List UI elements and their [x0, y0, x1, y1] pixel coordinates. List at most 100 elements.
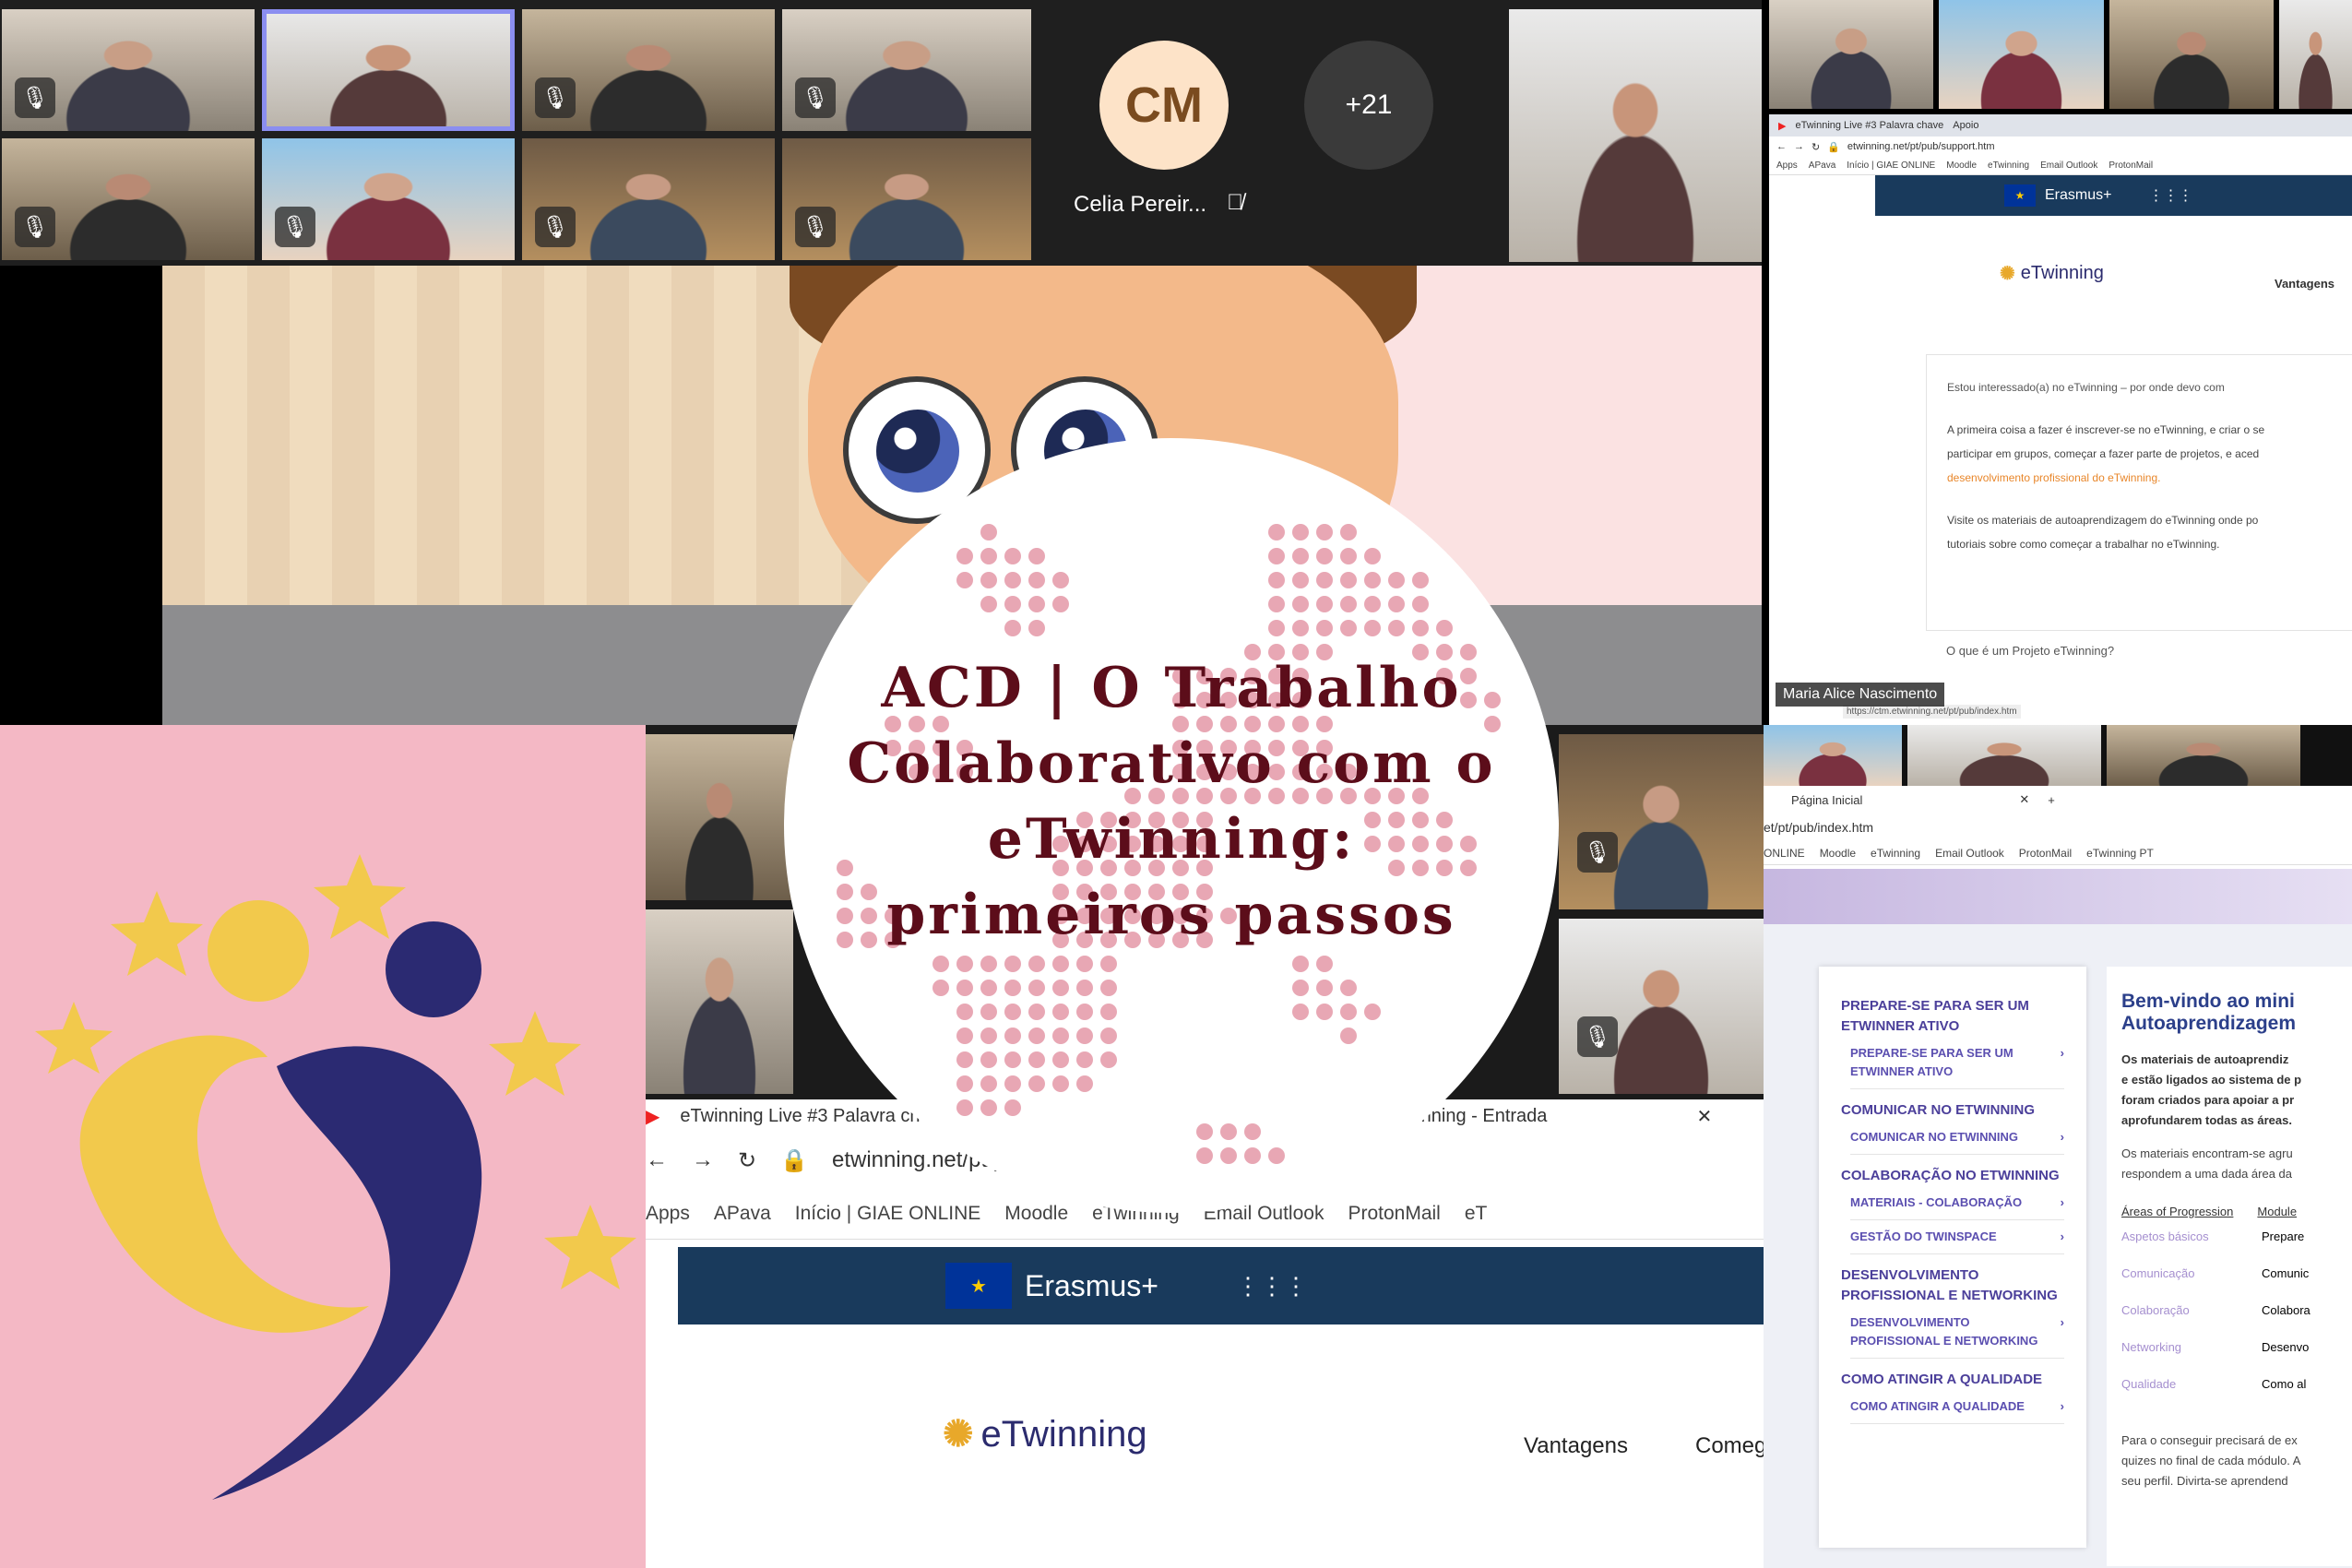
participant-tile[interactable]: 🎙	[522, 9, 775, 131]
welcome-text: Os materiais encontram-se agru	[2121, 1146, 2293, 1160]
bookmark-item[interactable]: APava	[714, 1203, 771, 1225]
map-dot	[1340, 572, 1357, 588]
participant-tile-large[interactable]	[1509, 9, 1762, 262]
participant-tile[interactable]: 🎙	[2, 9, 255, 131]
bookmark-item[interactable]: ONLINE	[1764, 847, 1805, 860]
table-row[interactable]: Aspetos básicos Prepare	[2121, 1218, 2352, 1255]
bookmark-item[interactable]: Moodle	[1820, 847, 1856, 860]
address-bar[interactable]: ← → ↻ 🔒 etwinning.net/pt/pub/support.htm	[1769, 137, 2352, 157]
reload-icon[interactable]: ↻	[1812, 141, 1820, 153]
participant-tile[interactable]: 🎙	[1559, 919, 1764, 1094]
bookmark-item[interactable]: Email Outlook	[2040, 160, 2097, 171]
participant-tile[interactable]: 🎙	[1559, 734, 1764, 909]
bookmark-item[interactable]: Email Outlook	[1935, 847, 2004, 860]
more-participants-button[interactable]: +21	[1304, 41, 1433, 170]
participant-tile[interactable]	[1907, 725, 2101, 786]
tab-home[interactable]: Página Inicial	[1791, 793, 1862, 807]
browser-window-top: ▶ eTwinning Live #3 Palavra chave Apoio …	[1769, 114, 2352, 725]
menu-item[interactable]: GESTÃO DO TWINSPACE ›	[1850, 1228, 2064, 1254]
menu-item[interactable]: COMO ATINGIR A QUALIDADE ›	[1850, 1397, 2064, 1424]
menu-section[interactable]: DESENVOLVIMENTO PROFISSIONAL E NETWORKIN…	[1841, 1265, 2064, 1306]
new-tab-button[interactable]: +	[2048, 793, 2055, 807]
url-text[interactable]: et/pt/pub/index.htm	[1764, 820, 1873, 835]
nav-vantagens[interactable]: Vantagens	[2275, 277, 2334, 291]
table-row[interactable]: Qualidade Como al	[2121, 1366, 2352, 1403]
faq-question-2[interactable]: O que é um Projeto eTwinning?	[1946, 644, 2114, 658]
participant-tile[interactable]	[2108, 0, 2274, 109]
forward-icon[interactable]: →	[692, 1147, 714, 1173]
participant-tile[interactable]	[646, 734, 793, 900]
participant-tile[interactable]	[1764, 725, 1902, 786]
nav-comecar[interactable]: Comeg	[1695, 1433, 1766, 1459]
menu-item[interactable]: PREPARE-SE PARA SER UM ETWINNER ATIVO ›	[1850, 1044, 2064, 1089]
apps-grid-icon[interactable]: ⋮⋮⋮	[2148, 186, 2192, 205]
map-dot	[980, 1004, 997, 1020]
bookmark-item[interactable]: Moodle	[1946, 160, 1977, 171]
reload-icon[interactable]: ↻	[738, 1147, 756, 1174]
address-bar[interactable]: et/pt/pub/index.htm	[1764, 814, 2352, 841]
participant-tile[interactable]	[1769, 0, 1934, 109]
table-row[interactable]: Colaboração Colabora	[2121, 1292, 2352, 1329]
etwinning-logo[interactable]: ✺ eTwinning	[2000, 262, 2104, 285]
participant-tile[interactable]	[1939, 0, 2104, 109]
map-dot	[1028, 548, 1045, 564]
bookmark-item[interactable]: APava	[1809, 160, 1835, 171]
close-tab-icon[interactable]: ✕	[2019, 792, 2029, 807]
menu-item[interactable]: MATERIAIS - COLABORAÇÃO ›	[1850, 1194, 2064, 1220]
faq-question[interactable]: Estou interessado(a) no eTwinning – por …	[1947, 375, 2338, 399]
table-row[interactable]: Networking Desenvo	[2121, 1329, 2352, 1366]
nav-vantagens[interactable]: Vantagens	[1524, 1433, 1628, 1459]
tab-support[interactable]: Apoio	[1953, 120, 1978, 131]
bookmark-item[interactable]: ProtonMail	[2019, 847, 2072, 860]
forward-icon[interactable]: →	[1794, 141, 1804, 152]
bookmark-item[interactable]: eTwinning PT	[2086, 847, 2154, 860]
menu-section[interactable]: COMUNICAR NO ETWINNING	[1841, 1100, 2064, 1121]
map-dot	[1340, 1004, 1357, 1020]
map-dot	[1268, 524, 1285, 540]
mic-off-icon: 🎙	[15, 77, 55, 118]
apps-grid-icon[interactable]: ⋮⋮⋮	[1236, 1272, 1308, 1301]
bookmark-item[interactable]: ProtonMail	[2108, 160, 2153, 171]
map-dot	[956, 1028, 973, 1044]
url-text[interactable]: etwinning.net/pt/pub/support.htm	[1847, 141, 1995, 152]
map-dot	[1364, 572, 1381, 588]
participant-tile-active[interactable]	[262, 9, 515, 131]
back-icon[interactable]: ←	[646, 1147, 668, 1173]
map-dot	[1364, 620, 1381, 636]
bookmark-item[interactable]: Apps	[646, 1203, 690, 1225]
menu-item[interactable]: DESENVOLVIMENTO PROFISSIONAL E NETWORKIN…	[1850, 1313, 2064, 1359]
menu-section[interactable]: COLABORAÇÃO NO ETWINNING	[1841, 1166, 2064, 1186]
faq-link[interactable]: desenvolvimento profissional do eTwinnin…	[1947, 466, 2338, 490]
participant-tile[interactable]: 🎙	[262, 138, 515, 260]
map-dot	[1052, 1051, 1069, 1068]
bookmark-item[interactable]: Início | GIAE ONLINE	[1847, 160, 1935, 171]
back-icon[interactable]: ←	[1776, 141, 1787, 152]
mic-off-icon: 🎙	[15, 207, 55, 247]
map-dot	[1268, 1147, 1285, 1164]
map-dot	[1028, 596, 1045, 612]
menu-item[interactable]: COMUNICAR NO ETWINNING ›	[1850, 1128, 2064, 1155]
tab-live[interactable]: eTwinning Live #3 Palavra chave	[1795, 120, 1943, 131]
participant-tile[interactable]: 🎙	[2, 138, 255, 260]
participant-tile[interactable]	[2278, 0, 2352, 109]
close-tab-icon[interactable]: ✕	[1696, 1105, 1712, 1128]
participant-tile[interactable]: 🎙	[782, 9, 1031, 131]
bookmark-item[interactable]: eTwinning	[1988, 160, 2029, 171]
map-dot	[1316, 524, 1333, 540]
participant-tile[interactable]	[646, 909, 793, 1094]
map-dot	[1292, 956, 1309, 972]
avatar[interactable]: CM	[1099, 41, 1229, 170]
menu-section[interactable]: PREPARE-SE PARA SER UM ETWINNER ATIVO	[1841, 996, 2064, 1037]
bookmark-item[interactable]: eTwinning	[1871, 847, 1920, 860]
map-dot	[1340, 980, 1357, 996]
mini-video-strip	[1769, 0, 2352, 109]
participant-tile[interactable]: 🎙	[782, 138, 1031, 260]
etwinning-logo[interactable]: ✺ eTwinning	[943, 1413, 1147, 1455]
lock-icon: 🔒	[1827, 141, 1840, 153]
bookmark-item[interactable]: Apps	[1776, 160, 1798, 171]
map-dot	[1268, 548, 1285, 564]
participant-tile[interactable]	[2107, 725, 2300, 786]
table-row[interactable]: Comunicação Comunic	[2121, 1255, 2352, 1292]
menu-section[interactable]: COMO ATINGIR A QUALIDADE	[1841, 1370, 2064, 1390]
participant-tile[interactable]: 🎙	[522, 138, 775, 260]
